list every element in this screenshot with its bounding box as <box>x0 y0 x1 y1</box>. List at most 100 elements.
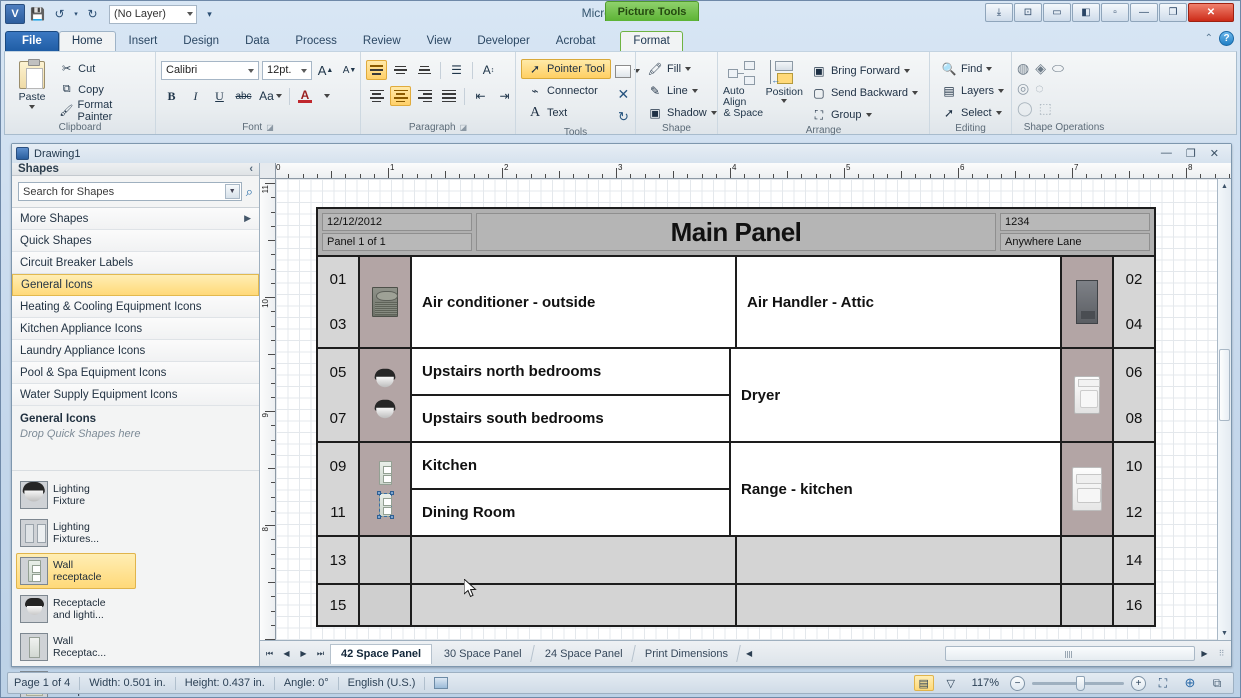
qat-extra-5-icon[interactable]: ▫ <box>1101 3 1129 22</box>
shape-item-lighting-fixtures[interactable]: Lighting Fixtures... <box>16 515 136 551</box>
shrink-font-button[interactable]: A▼ <box>339 60 360 80</box>
decrease-indent-button[interactable]: ⇤ <box>470 86 491 106</box>
stencil-item-more-shapes[interactable]: More Shapes ▶ <box>12 208 259 230</box>
page-tab-24-space-panel[interactable]: 24 Space Panel <box>533 645 635 662</box>
status-page[interactable]: Page 1 of 4 <box>14 677 70 689</box>
qat-extra-3-icon[interactable]: ▭ <box>1043 3 1071 22</box>
tab-format[interactable]: Format <box>620 31 682 51</box>
send-backward-button[interactable]: ▢ Send Backward <box>805 83 924 103</box>
collapse-panel-icon[interactable]: ‹ <box>249 163 253 175</box>
circuit-description[interactable] <box>737 537 1060 583</box>
empty-icon-cell[interactable] <box>1060 585 1112 625</box>
document-minimize-button[interactable]: — <box>1161 147 1172 160</box>
circuit-description[interactable]: Air Handler - Attic <box>737 257 1060 347</box>
underline-button[interactable]: U <box>209 86 230 106</box>
strikethrough-button[interactable]: abc <box>233 86 254 106</box>
page-tab-print-dimensions[interactable]: Print Dimensions <box>634 645 742 662</box>
align-bottom-button[interactable] <box>414 60 435 80</box>
next-page-icon[interactable]: ▶ <box>296 646 311 662</box>
status-macro-icon[interactable] <box>434 677 448 689</box>
page-tab-30-space-panel[interactable]: 30 Space Panel <box>432 645 534 662</box>
circuit-description[interactable] <box>412 585 737 625</box>
stencil-item-kitchen-appliance[interactable]: Kitchen Appliance Icons <box>12 318 259 340</box>
stencil-item-circuit-breaker-labels[interactable]: Circuit Breaker Labels <box>12 252 259 274</box>
resize-grip-icon[interactable]: ⠿ <box>1214 646 1229 662</box>
copy-button[interactable]: ⧉ Copy <box>56 80 150 99</box>
change-case-button[interactable]: Aa <box>257 86 284 106</box>
circuit-description[interactable] <box>737 585 1060 625</box>
union-icon[interactable]: ◍ <box>1017 60 1029 77</box>
qat-extra-4-icon[interactable]: ◧ <box>1072 3 1100 22</box>
maximize-button[interactable]: ❐ <box>1159 3 1187 22</box>
shape-item-wall-receptacle-2[interactable]: Wall Receptac... <box>16 629 136 665</box>
font-color-button[interactable]: A <box>295 86 315 106</box>
bold-button[interactable]: B <box>161 86 182 106</box>
stencil-item-heating-cooling[interactable]: Heating & Cooling Equipment Icons <box>12 296 259 318</box>
bring-forward-button[interactable]: ▣ Bring Forward <box>805 61 924 81</box>
tab-acrobat[interactable]: Acrobat <box>543 31 609 51</box>
air-handler-icon[interactable] <box>1060 257 1112 347</box>
status-language[interactable]: English (U.S.) <box>348 677 416 689</box>
tab-home[interactable]: Home <box>59 31 116 51</box>
table-row[interactable]: 05 07 Upstairs north bedrooms Upstairs s <box>318 349 1154 443</box>
stencil-item-water-supply[interactable]: Water Supply Equipment Icons <box>12 384 259 406</box>
circuit-description[interactable]: Range - kitchen <box>731 443 1060 535</box>
align-center-button[interactable] <box>390 86 411 106</box>
shape-item-receptacle-and-lighting[interactable]: Receptacle and lighti... <box>16 591 136 627</box>
page-tab-scroll-left-icon[interactable]: ◀ <box>742 646 757 662</box>
close-button[interactable]: ✕ <box>1188 3 1234 22</box>
minimize-button[interactable]: — <box>1130 3 1158 22</box>
panel-address-street[interactable]: Anywhere Lane <box>1000 233 1150 251</box>
empty-icon-cell[interactable] <box>360 585 412 625</box>
search-input[interactable]: Search for Shapes ▼ <box>18 182 242 201</box>
lighting-receptacle-icon[interactable] <box>360 349 412 441</box>
tab-developer[interactable]: Developer <box>464 31 542 51</box>
table-row[interactable]: 01 03 Air conditioner - outside Air Hand… <box>318 257 1154 349</box>
wall-receptacle-icon[interactable] <box>360 443 412 535</box>
fit-page-button[interactable]: ⛶ <box>1153 675 1173 691</box>
font-size-combobox[interactable]: 12pt. <box>262 61 312 80</box>
document-restore-button[interactable]: ❐ <box>1186 147 1196 160</box>
offset-icon[interactable]: ⬚ <box>1039 100 1052 117</box>
text-tool-button[interactable]: A Text <box>521 103 611 123</box>
delete-shape-button[interactable]: ✕ <box>613 84 634 104</box>
circuit-description[interactable]: Air conditioner - outside <box>412 257 737 347</box>
panel-schedule-drawing[interactable]: 12/12/2012 Panel 1 of 1 Main Panel 1234 … <box>316 207 1156 627</box>
tab-design[interactable]: Design <box>170 31 232 51</box>
pointer-tool-button[interactable]: ➚ Pointer Tool <box>521 59 611 79</box>
increase-indent-button[interactable]: ⇥ <box>494 86 515 106</box>
circuit-description[interactable]: Dining Room <box>412 490 731 535</box>
zoom-slider[interactable] <box>1032 682 1124 685</box>
page-tab-42-space-panel[interactable]: 42 Space Panel <box>330 644 432 664</box>
drawing-page[interactable]: 12/12/2012 Panel 1 of 1 Main Panel 1234 … <box>276 179 1217 640</box>
paragraph-dialog-launcher-icon[interactable]: ◪ <box>460 123 468 132</box>
scroll-down-icon[interactable]: ▼ <box>1218 626 1231 640</box>
align-top-button[interactable] <box>366 60 387 80</box>
last-page-icon[interactable]: ⏭ <box>313 646 328 662</box>
zoom-slider-thumb[interactable] <box>1076 676 1085 691</box>
stencil-item-quick-shapes[interactable]: Quick Shapes <box>12 230 259 252</box>
tab-process[interactable]: Process <box>282 31 350 51</box>
format-painter-button[interactable]: 🖌 Format Painter <box>56 101 150 120</box>
select-button[interactable]: ➚ Select <box>935 103 1008 123</box>
font-family-combobox[interactable]: Calibri <box>161 61 259 80</box>
scroll-up-icon[interactable]: ▲ <box>1218 179 1231 193</box>
grow-font-button[interactable]: A▲ <box>315 60 336 80</box>
canvas-horizontal-scrollbar[interactable]: ▶ ⠿ <box>945 646 1229 662</box>
view-normal-button[interactable]: ▤ <box>914 675 934 691</box>
find-button[interactable]: 🔍 Find <box>935 59 998 79</box>
bullets-button[interactable]: ☰ <box>446 60 467 80</box>
combine-icon[interactable]: ◈ <box>1035 60 1046 77</box>
circuit-description[interactable] <box>412 537 737 583</box>
text-direction-button[interactable]: A↕ <box>478 60 499 80</box>
document-close-button[interactable]: ✕ <box>1210 147 1219 160</box>
zoom-out-button[interactable]: − <box>1010 676 1025 691</box>
group-button[interactable]: ⛶ Group <box>805 105 924 125</box>
circuit-description[interactable]: Kitchen <box>412 443 731 490</box>
table-row[interactable]: 13 14 <box>318 537 1154 585</box>
vertical-ruler[interactable]: 1110987 <box>260 179 276 666</box>
quick-shapes-drop-zone[interactable] <box>20 440 251 466</box>
italic-button[interactable]: I <box>185 86 206 106</box>
fragment-icon[interactable]: ⬭ <box>1052 60 1064 77</box>
tab-review[interactable]: Review <box>350 31 414 51</box>
